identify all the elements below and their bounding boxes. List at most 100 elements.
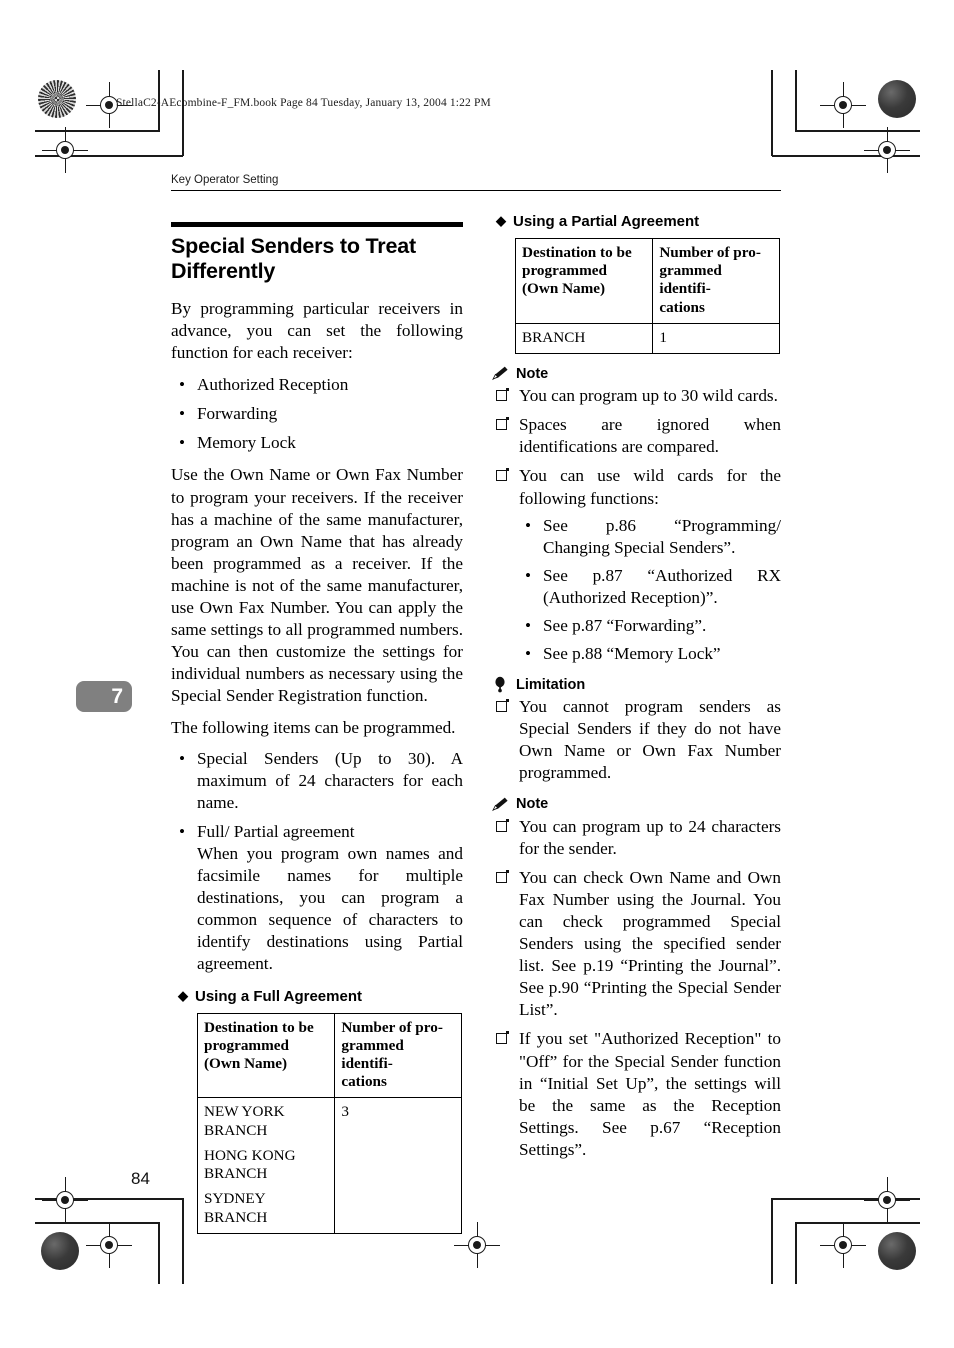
table-cell-count: 1: [652, 322, 780, 355]
note-list: You can program up to 24 characters for …: [489, 816, 781, 1161]
header-line: programmed: [522, 262, 607, 280]
body-paragraph-3: The following items can be programmed.: [171, 718, 456, 738]
header-line: Destination to be: [204, 1018, 314, 1036]
chapter-tab: 7: [76, 681, 132, 712]
header-line: Number of pro-: [659, 244, 761, 261]
left-column: Special Senders to Treat Differently By …: [171, 213, 463, 1234]
list-item-sub-text: When you program own names and facsimile…: [197, 843, 463, 974]
pencil-icon: [491, 796, 510, 813]
note-sub-item-text: See p.88 “Memory Lock”: [543, 644, 721, 664]
list-item-label: Special Senders (Up to 30). A maximum of…: [197, 748, 463, 812]
note-item-text: You can use wild cards for the following…: [519, 466, 781, 508]
table-header-destination: Destination to be programmed (Own Name): [196, 1012, 336, 1099]
list-item: • Forwarding: [171, 403, 463, 425]
pencil-icon: [491, 365, 510, 382]
note-sub-item: • See p.86 “Programming/ Changing Specia…: [519, 515, 781, 559]
note-sub-item-text: See p.86 “Programming/ Changing Special …: [543, 515, 781, 557]
header-line: (Own Name): [204, 1054, 288, 1072]
cell-line: NEW YORK: [204, 1103, 285, 1121]
note-label: Note: [516, 796, 549, 813]
header-line: Destination to be: [522, 244, 632, 261]
bullet-dot: •: [179, 404, 186, 424]
table-cell-count: 3: [334, 1097, 462, 1234]
intro-paragraph: By programming particular receivers in a…: [171, 298, 463, 363]
bullet-dot: •: [525, 565, 532, 585]
square-bullet-icon: [496, 388, 509, 402]
balloon-icon: [491, 676, 510, 693]
note-item: Spaces are ignored when identifications …: [489, 414, 781, 458]
page-number: 84: [131, 1169, 150, 1188]
header-line: cations: [659, 298, 705, 316]
partial-agreement-heading: ◆ Using a Partial Agreement: [496, 213, 781, 230]
note-sub-item-text: See p.87 “Forwarding”.: [543, 616, 707, 636]
note-sub-item-text: See p.87 “Authorized RX (Authorized Rece…: [543, 565, 781, 607]
full-agreement-heading: ◆ Using a Full Agreement: [178, 988, 463, 1005]
limitation-label: Limitation: [516, 676, 586, 693]
limitation-item-text: You cannot program senders as Special Se…: [519, 697, 781, 783]
list-item-label: Full/ Partial agreement: [197, 821, 355, 841]
list-item-label: Forwarding: [197, 404, 278, 424]
body-paragraph-2: Use the Own Name or Own Fax Number to pr…: [171, 465, 463, 706]
cell-line: BRANCH: [204, 1165, 268, 1183]
title-rule: [171, 222, 463, 227]
list-item: • Special Senders (Up to 30). A maximum …: [171, 748, 463, 814]
cell-line: BRANCH: [204, 1208, 268, 1226]
note-list: You can program up to 30 wild cards. Spa…: [489, 385, 781, 665]
note-heading: Note: [491, 796, 781, 813]
note-sub-item: • See p.87 “Authorized RX (Authorized Re…: [519, 565, 781, 609]
header-line: programmed: [204, 1036, 289, 1054]
bullet-dot: •: [525, 616, 532, 636]
file-header-stamp: StellaC2-AEcombine-F_FM.book Page 84 Tue…: [116, 97, 491, 109]
table-row: BRANCH 1: [514, 322, 780, 355]
diamond-icon: ◆: [496, 213, 506, 228]
header-line: Number of pro-: [341, 1018, 443, 1036]
program-bullet-list: • Special Senders (Up to 30). A maximum …: [171, 748, 463, 976]
list-item-label: Authorized Reception: [197, 375, 349, 395]
partial-agreement-heading-label: Using a Partial Agreement: [513, 213, 700, 230]
note-sub-item: • See p.87 “Forwarding”.: [519, 615, 781, 637]
full-agreement-table: Destination to be programmed (Own Name) …: [196, 1012, 462, 1234]
note-item-text: You can program up to 24 characters for …: [519, 816, 781, 858]
bullet-dot: •: [179, 748, 186, 768]
running-header: Key Operator Setting: [171, 174, 781, 191]
feature-bullet-list: • Authorized Reception • Forwarding • Me…: [171, 374, 463, 454]
note-item: If you set "Authorized Reception" to "Of…: [489, 1028, 781, 1161]
table-header-count: Number of pro- grammed identifi- cations: [334, 1012, 462, 1099]
bullet-dot: •: [525, 644, 532, 664]
right-column: ◆ Using a Partial Agreement Destination …: [489, 213, 781, 1167]
note-item-text: Spaces are ignored when identifications …: [519, 415, 781, 457]
table-cell-destination: NEW YORK BRANCH HONG KONG BRANCH SYDNEY …: [196, 1097, 336, 1234]
table-row: NEW YORK BRANCH HONG KONG BRANCH SYDNEY …: [196, 1097, 462, 1234]
note-item-text: You can check Own Name and Own Fax Numbe…: [519, 867, 781, 1020]
note-heading: Note: [491, 365, 781, 382]
bullet-dot: •: [179, 821, 186, 841]
diamond-icon: ◆: [178, 987, 188, 1003]
square-bullet-icon: [496, 699, 509, 713]
note-item: You can program up to 24 characters for …: [489, 816, 781, 860]
square-bullet-icon: [496, 468, 509, 482]
table-header-count: Number of pro- grammed identifi- cations: [652, 238, 780, 324]
bullet-dot: •: [179, 375, 186, 395]
table-cell-destination: BRANCH: [514, 322, 654, 355]
partial-agreement-table: Destination to be programmed (Own Name) …: [514, 238, 780, 355]
limitation-heading: Limitation: [491, 676, 781, 693]
full-agreement-heading-label: Using a Full Agreement: [195, 987, 362, 1005]
note-label: Note: [516, 365, 549, 382]
page-title: Special Senders to Treat Differently: [171, 234, 416, 283]
square-bullet-icon: [496, 1031, 509, 1045]
note-item-text: You can program up to 30 wild cards.: [519, 386, 778, 406]
limitation-list: You cannot program senders as Special Se…: [489, 696, 781, 784]
bullet-dot: •: [179, 433, 186, 453]
list-item: • Memory Lock: [171, 432, 463, 454]
table-header-destination: Destination to be programmed (Own Name): [514, 238, 654, 324]
cell-line: BRANCH: [204, 1121, 268, 1139]
header-line: (Own Name): [522, 280, 606, 298]
header-line: grammed identifi-: [659, 262, 722, 298]
bullet-dot: •: [525, 515, 532, 535]
limitation-item: You cannot program senders as Special Se…: [489, 696, 781, 784]
header-line: grammed identifi-: [341, 1036, 404, 1072]
table-header-row: Destination to be programmed (Own Name) …: [196, 1012, 462, 1099]
note-sub-item: • See p.88 “Memory Lock”: [519, 643, 781, 665]
list-item: • Authorized Reception: [171, 374, 463, 396]
square-bullet-icon: [496, 869, 509, 883]
